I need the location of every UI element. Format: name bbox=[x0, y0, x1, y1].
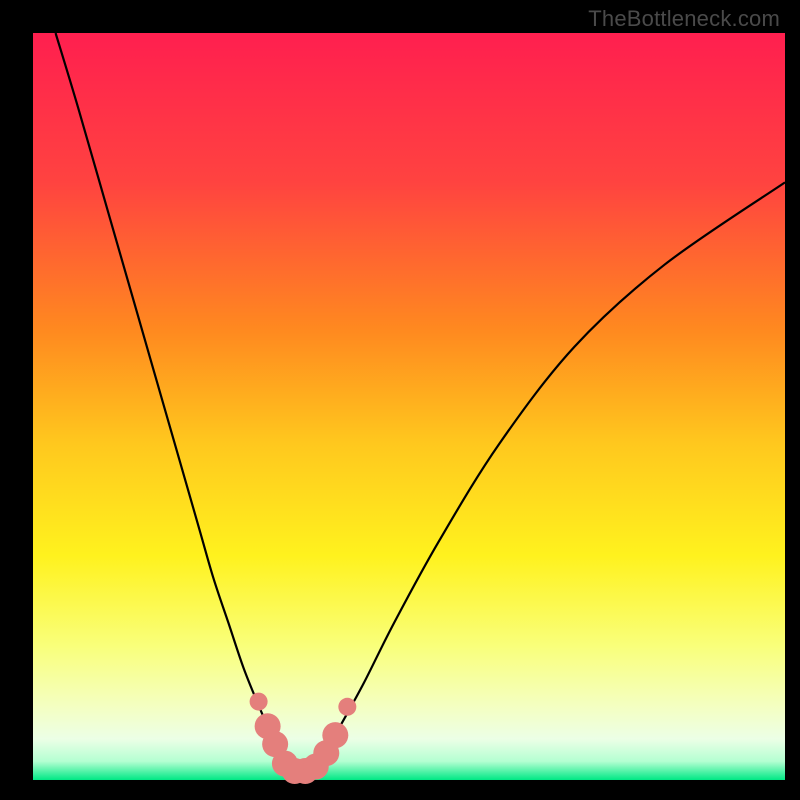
marker-dot bbox=[250, 693, 268, 711]
marker-dot bbox=[338, 698, 356, 716]
marker-dot bbox=[322, 722, 348, 748]
chart-canvas bbox=[0, 0, 800, 800]
plot-background bbox=[33, 33, 785, 780]
chart-root: TheBottleneck.com bbox=[0, 0, 800, 800]
